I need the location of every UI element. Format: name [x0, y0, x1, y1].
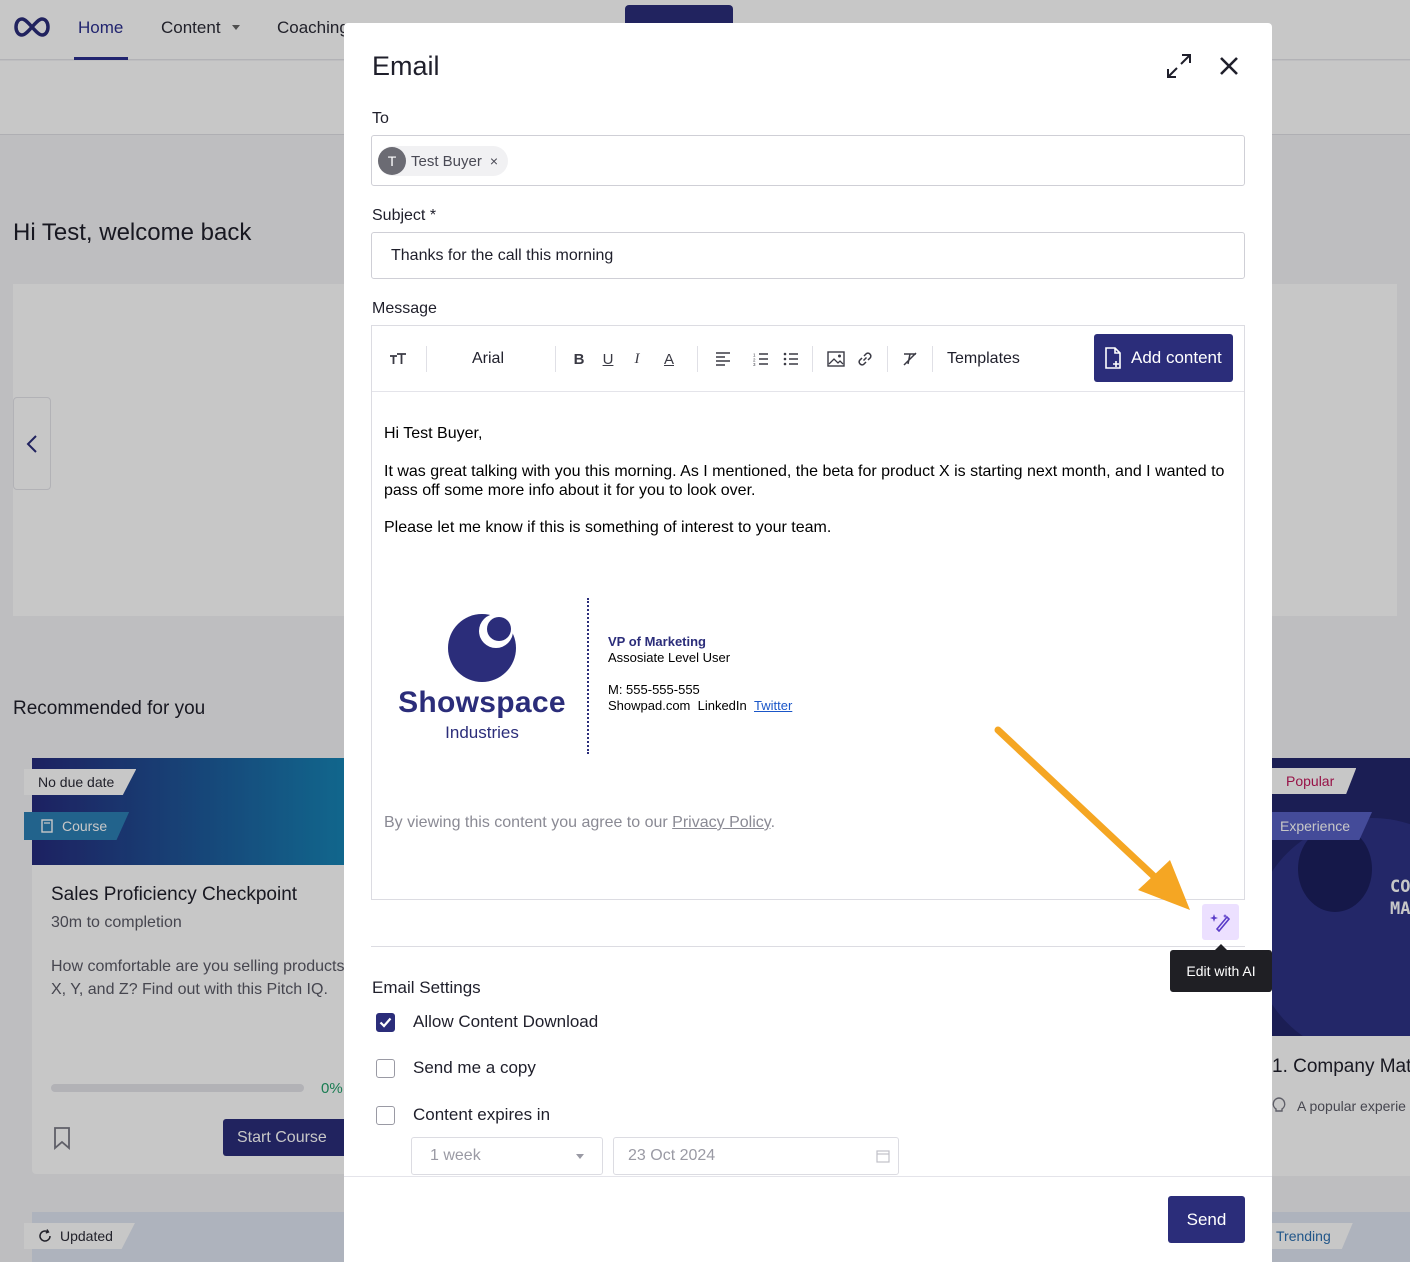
- to-field[interactable]: T Test Buyer ×: [371, 135, 1245, 186]
- privacy-notice: By viewing this content you agree to our…: [384, 814, 776, 831]
- bullet-list-icon[interactable]: [782, 348, 800, 370]
- toolbar-divider: [555, 346, 556, 372]
- add-content-label: Add content: [1131, 348, 1222, 367]
- remove-recipient-icon[interactable]: ×: [490, 153, 498, 169]
- clear-format-icon[interactable]: [901, 348, 919, 370]
- underline-icon[interactable]: U: [599, 348, 617, 370]
- signature-role: Assosiate Level User: [608, 650, 731, 665]
- font-family-select[interactable]: Arial: [472, 350, 504, 368]
- text-color-icon[interactable]: A: [660, 348, 678, 370]
- ai-sparkle-icon: [1209, 914, 1230, 932]
- signature-divider: [587, 598, 589, 754]
- allow-download-checkbox[interactable]: [376, 1012, 395, 1032]
- toolbar-divider: [812, 346, 813, 372]
- align-left-icon[interactable]: [714, 348, 732, 370]
- send-button[interactable]: Send: [1168, 1196, 1245, 1243]
- expiry-date-picker[interactable]: 23 Oct 2024: [613, 1137, 899, 1175]
- add-content-button[interactable]: Add content: [1094, 334, 1233, 382]
- text-size-icon[interactable]: [388, 348, 408, 370]
- content-expires-checkbox[interactable]: [376, 1105, 395, 1125]
- link-icon[interactable]: [856, 348, 874, 370]
- allow-download-option[interactable]: Allow Content Download: [376, 1011, 598, 1033]
- section-divider: [371, 946, 1245, 947]
- toolbar-divider: [932, 346, 933, 372]
- editor-toolbar: Arial B U I A 123 Templates Add content: [372, 326, 1244, 392]
- signature-company-sub: Industries: [445, 723, 519, 742]
- modal-title: Email: [372, 51, 440, 81]
- templates-button[interactable]: Templates: [947, 350, 1020, 368]
- edit-with-ai-button[interactable]: [1202, 904, 1239, 940]
- calendar-icon: [876, 1149, 890, 1168]
- close-icon[interactable]: [1216, 53, 1242, 79]
- avatar: T: [378, 147, 406, 175]
- to-label: To: [372, 110, 389, 127]
- email-greeting[interactable]: Hi Test Buyer,: [384, 424, 1234, 443]
- ordered-list-icon[interactable]: 123: [752, 348, 770, 370]
- signature-phone: M: 555-555-555: [608, 682, 700, 697]
- email-settings-heading: Email Settings: [372, 978, 481, 997]
- signature-links: Showpad.com LinkedIn Twitter: [608, 698, 793, 713]
- modal-footer: Send: [344, 1176, 1272, 1262]
- privacy-policy-link[interactable]: Privacy Policy: [672, 814, 770, 831]
- subject-label: Subject *: [372, 207, 437, 224]
- image-icon[interactable]: [827, 348, 845, 370]
- content-expires-label: Content expires in: [413, 1105, 551, 1124]
- toolbar-divider: [426, 346, 427, 372]
- recipient-chip[interactable]: T Test Buyer ×: [378, 146, 509, 176]
- message-label: Message: [372, 300, 437, 317]
- message-editor[interactable]: Arial B U I A 123 Templates Add content …: [371, 325, 1245, 900]
- company-logo-icon: [396, 608, 568, 689]
- email-paragraph[interactable]: Please let me know if this is something …: [384, 518, 1234, 537]
- ai-tooltip: Edit with AI: [1170, 950, 1272, 992]
- email-paragraph[interactable]: It was great talking with you this morni…: [384, 462, 1234, 500]
- chevron-down-icon: [576, 1154, 584, 1159]
- expand-icon[interactable]: [1164, 51, 1194, 81]
- recipient-name: Test Buyer: [411, 152, 482, 170]
- expiry-duration-select[interactable]: 1 week: [411, 1137, 603, 1175]
- italic-icon[interactable]: I: [628, 348, 646, 370]
- signature-title: VP of Marketing: [608, 634, 707, 649]
- allow-download-label: Allow Content Download: [413, 1012, 599, 1031]
- bold-icon[interactable]: B: [570, 348, 588, 370]
- svg-text:3: 3: [753, 362, 756, 366]
- send-copy-label: Send me a copy: [413, 1058, 536, 1077]
- content-expires-option[interactable]: Content expires in: [376, 1104, 550, 1126]
- subject-input[interactable]: Thanks for the call this morning: [371, 232, 1245, 279]
- toolbar-divider: [697, 346, 698, 372]
- file-add-icon: [1105, 347, 1121, 369]
- check-icon: [379, 1017, 392, 1028]
- email-modal: Email To T Test Buyer × Subject * Thanks…: [344, 23, 1272, 1262]
- send-copy-option[interactable]: Send me a copy: [376, 1057, 536, 1079]
- toolbar-divider: [887, 346, 888, 372]
- signature-company: Showspace: [398, 686, 566, 719]
- twitter-link[interactable]: Twitter: [754, 698, 792, 713]
- send-copy-checkbox[interactable]: [376, 1058, 395, 1078]
